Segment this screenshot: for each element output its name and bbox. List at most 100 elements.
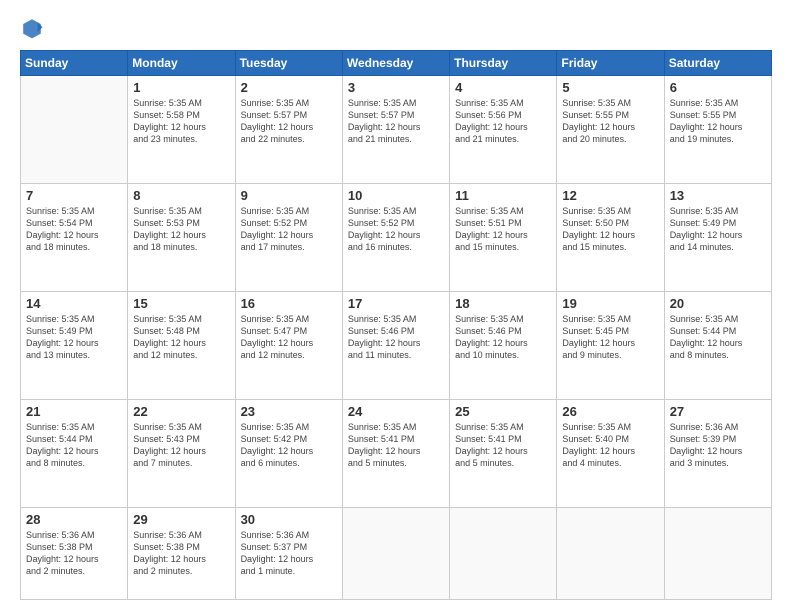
calendar-cell: 15Sunrise: 5:35 AM Sunset: 5:48 PM Dayli… xyxy=(128,291,235,399)
weekday-header-tuesday: Tuesday xyxy=(235,51,342,76)
calendar-cell xyxy=(450,507,557,599)
day-info: Sunrise: 5:35 AM Sunset: 5:54 PM Dayligh… xyxy=(26,205,122,254)
day-info: Sunrise: 5:35 AM Sunset: 5:44 PM Dayligh… xyxy=(26,421,122,470)
calendar-cell: 1 Sunrise: 5:35 AM Sunset: 5:58 PM Daylig… xyxy=(128,76,235,184)
calendar-cell: 2Sunrise: 5:35 AM Sunset: 5:57 PM Daylig… xyxy=(235,76,342,184)
calendar-cell: 18 Sunrise: 5:35 AM Sunset: 5:46 PM Dayli… xyxy=(450,291,557,399)
day-number: 26 xyxy=(562,404,658,419)
calendar-cell: 11 Sunrise: 5:35 AM Sunset: 5:51 PM Dayli… xyxy=(450,183,557,291)
day-info: Sunrise: 5:35 AM Sunset: 5:43 PM Dayligh… xyxy=(133,421,229,470)
logo-icon xyxy=(20,16,44,40)
calendar-cell: 23 Sunrise: 5:35 AM Sunset: 5:42 PM Dayli… xyxy=(235,399,342,507)
day-info: Sunrise: 5:35 AM Sunset: 5:58 PM Dayligh… xyxy=(133,97,229,146)
day-info: Sunrise: 5:35 AM Sunset: 5:55 PM Dayligh… xyxy=(670,97,766,146)
day-number: 29 xyxy=(133,512,229,527)
day-info: Sunrise: 5:35 AM Sunset: 5:52 PM Dayligh… xyxy=(348,205,444,254)
calendar-cell: 12 Sunrise: 5:35 AM Sunset: 5:50 PM Dayli… xyxy=(557,183,664,291)
calendar-cell: 4 Sunrise: 5:35 AM Sunset: 5:56 PM Daylig… xyxy=(450,76,557,184)
page: SundayMondayTuesdayWednesdayThursdayFrid… xyxy=(0,0,792,612)
calendar-cell: 16 Sunrise: 5:35 AM Sunset: 5:47 PM Dayli… xyxy=(235,291,342,399)
day-info: Sunrise: 5:35 AM Sunset: 5:46 PM Dayligh… xyxy=(455,313,551,362)
calendar-cell: 22 Sunrise: 5:35 AM Sunset: 5:43 PM Dayli… xyxy=(128,399,235,507)
week-row-3: 14Sunrise: 5:35 AM Sunset: 5:49 PM Dayli… xyxy=(21,291,772,399)
day-number: 8 xyxy=(133,188,229,203)
day-number: 30 xyxy=(241,512,337,527)
day-info: Sunrise: 5:35 AM Sunset: 5:51 PM Dayligh… xyxy=(455,205,551,254)
calendar-cell: 25 Sunrise: 5:35 AM Sunset: 5:41 PM Dayli… xyxy=(450,399,557,507)
day-number: 25 xyxy=(455,404,551,419)
day-number: 20 xyxy=(670,296,766,311)
day-info: Sunrise: 5:35 AM Sunset: 5:55 PM Dayligh… xyxy=(562,97,658,146)
day-number: 24 xyxy=(348,404,444,419)
day-info: Sunrise: 5:35 AM Sunset: 5:57 PM Dayligh… xyxy=(241,97,337,146)
day-number: 16 xyxy=(241,296,337,311)
calendar-cell: 20Sunrise: 5:35 AM Sunset: 5:44 PM Dayli… xyxy=(664,291,771,399)
day-number: 18 xyxy=(455,296,551,311)
day-number: 1 xyxy=(133,80,229,95)
day-info: Sunrise: 5:35 AM Sunset: 5:49 PM Dayligh… xyxy=(670,205,766,254)
day-number: 3 xyxy=(348,80,444,95)
week-row-4: 21 Sunrise: 5:35 AM Sunset: 5:44 PM Dayli… xyxy=(21,399,772,507)
day-number: 14 xyxy=(26,296,122,311)
day-number: 15 xyxy=(133,296,229,311)
calendar-cell: 10 Sunrise: 5:35 AM Sunset: 5:52 PM Dayli… xyxy=(342,183,449,291)
day-info: Sunrise: 5:35 AM Sunset: 5:40 PM Dayligh… xyxy=(562,421,658,470)
day-info: Sunrise: 5:35 AM Sunset: 5:57 PM Dayligh… xyxy=(348,97,444,146)
calendar-cell: 24 Sunrise: 5:35 AM Sunset: 5:41 PM Dayli… xyxy=(342,399,449,507)
day-info: Sunrise: 5:36 AM Sunset: 5:38 PM Dayligh… xyxy=(133,529,229,578)
calendar-cell: 30 Sunrise: 5:36 AM Sunset: 5:37 PM Dayli… xyxy=(235,507,342,599)
calendar-cell: 6 Sunrise: 5:35 AM Sunset: 5:55 PM Daylig… xyxy=(664,76,771,184)
day-info: Sunrise: 5:35 AM Sunset: 5:50 PM Dayligh… xyxy=(562,205,658,254)
day-number: 28 xyxy=(26,512,122,527)
day-number: 21 xyxy=(26,404,122,419)
calendar-cell xyxy=(21,76,128,184)
weekday-header-saturday: Saturday xyxy=(664,51,771,76)
header xyxy=(20,16,772,40)
calendar-cell: 28 Sunrise: 5:36 AM Sunset: 5:38 PM Dayli… xyxy=(21,507,128,599)
calendar-cell xyxy=(557,507,664,599)
calendar-cell: 27 Sunrise: 5:36 AM Sunset: 5:39 PM Dayli… xyxy=(664,399,771,507)
calendar-cell: 26 Sunrise: 5:35 AM Sunset: 5:40 PM Dayli… xyxy=(557,399,664,507)
day-info: Sunrise: 5:35 AM Sunset: 5:45 PM Dayligh… xyxy=(562,313,658,362)
week-row-5: 28 Sunrise: 5:36 AM Sunset: 5:38 PM Dayli… xyxy=(21,507,772,599)
day-info: Sunrise: 5:35 AM Sunset: 5:56 PM Dayligh… xyxy=(455,97,551,146)
calendar-cell: 13 Sunrise: 5:35 AM Sunset: 5:49 PM Dayli… xyxy=(664,183,771,291)
day-number: 6 xyxy=(670,80,766,95)
calendar-table: SundayMondayTuesdayWednesdayThursdayFrid… xyxy=(20,50,772,600)
calendar-cell: 29 Sunrise: 5:36 AM Sunset: 5:38 PM Dayli… xyxy=(128,507,235,599)
weekday-header-row: SundayMondayTuesdayWednesdayThursdayFrid… xyxy=(21,51,772,76)
calendar-cell: 17Sunrise: 5:35 AM Sunset: 5:46 PM Dayli… xyxy=(342,291,449,399)
day-number: 13 xyxy=(670,188,766,203)
day-info: Sunrise: 5:35 AM Sunset: 5:41 PM Dayligh… xyxy=(455,421,551,470)
day-number: 22 xyxy=(133,404,229,419)
day-number: 27 xyxy=(670,404,766,419)
day-info: Sunrise: 5:35 AM Sunset: 5:52 PM Dayligh… xyxy=(241,205,337,254)
day-info: Sunrise: 5:36 AM Sunset: 5:37 PM Dayligh… xyxy=(241,529,337,578)
day-number: 4 xyxy=(455,80,551,95)
weekday-header-sunday: Sunday xyxy=(21,51,128,76)
calendar-cell: 3 Sunrise: 5:35 AM Sunset: 5:57 PM Daylig… xyxy=(342,76,449,184)
calendar-cell: 8 Sunrise: 5:35 AM Sunset: 5:53 PM Daylig… xyxy=(128,183,235,291)
week-row-1: 1 Sunrise: 5:35 AM Sunset: 5:58 PM Daylig… xyxy=(21,76,772,184)
day-info: Sunrise: 5:35 AM Sunset: 5:46 PM Dayligh… xyxy=(348,313,444,362)
day-number: 10 xyxy=(348,188,444,203)
day-number: 9 xyxy=(241,188,337,203)
day-info: Sunrise: 5:35 AM Sunset: 5:53 PM Dayligh… xyxy=(133,205,229,254)
day-number: 7 xyxy=(26,188,122,203)
day-number: 5 xyxy=(562,80,658,95)
day-number: 12 xyxy=(562,188,658,203)
day-info: Sunrise: 5:35 AM Sunset: 5:47 PM Dayligh… xyxy=(241,313,337,362)
weekday-header-monday: Monday xyxy=(128,51,235,76)
calendar-cell: 7 Sunrise: 5:35 AM Sunset: 5:54 PM Daylig… xyxy=(21,183,128,291)
week-row-2: 7 Sunrise: 5:35 AM Sunset: 5:54 PM Daylig… xyxy=(21,183,772,291)
calendar-cell xyxy=(664,507,771,599)
day-info: Sunrise: 5:36 AM Sunset: 5:39 PM Dayligh… xyxy=(670,421,766,470)
day-number: 23 xyxy=(241,404,337,419)
day-info: Sunrise: 5:36 AM Sunset: 5:38 PM Dayligh… xyxy=(26,529,122,578)
calendar-cell: 21 Sunrise: 5:35 AM Sunset: 5:44 PM Dayli… xyxy=(21,399,128,507)
calendar-cell: 14Sunrise: 5:35 AM Sunset: 5:49 PM Dayli… xyxy=(21,291,128,399)
calendar-cell xyxy=(342,507,449,599)
day-number: 11 xyxy=(455,188,551,203)
day-info: Sunrise: 5:35 AM Sunset: 5:41 PM Dayligh… xyxy=(348,421,444,470)
day-info: Sunrise: 5:35 AM Sunset: 5:42 PM Dayligh… xyxy=(241,421,337,470)
